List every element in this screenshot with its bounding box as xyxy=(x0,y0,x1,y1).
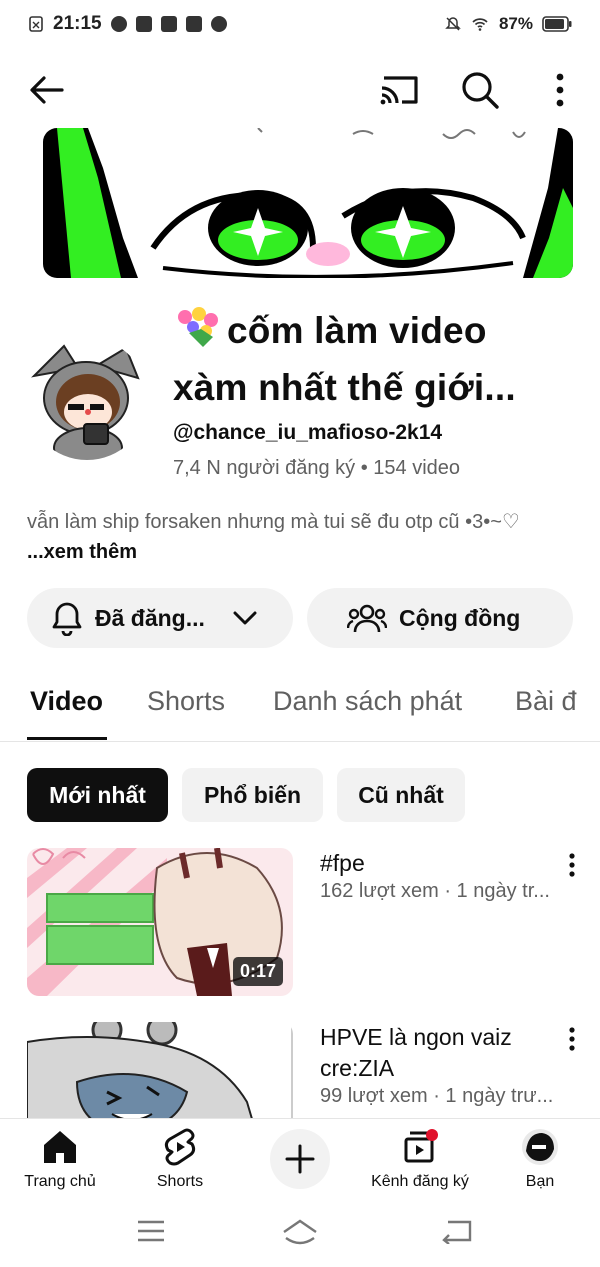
subscribed-button[interactable]: Đã đăng... xyxy=(27,588,293,648)
back-system-icon[interactable] xyxy=(440,1218,474,1244)
nav-home[interactable]: Trang chủ xyxy=(0,1127,120,1191)
channel-avatar[interactable] xyxy=(26,338,148,460)
chip-latest[interactable]: Mới nhất xyxy=(27,768,168,822)
community-button[interactable]: Cộng đồng xyxy=(307,588,573,648)
nav-you[interactable]: Bạn xyxy=(480,1127,600,1191)
tab-playlists[interactable]: Danh sách phát xyxy=(273,686,462,717)
more-vertical-icon[interactable] xyxy=(545,68,575,112)
sim-icon xyxy=(29,16,43,32)
channel-tabs: Video Shorts Danh sách phát Bài đ xyxy=(0,670,600,742)
app-notification-icon xyxy=(110,16,127,32)
cast-icon[interactable] xyxy=(378,70,422,110)
show-more-link[interactable]: ...xem thêm xyxy=(27,541,137,563)
menu-icon[interactable] xyxy=(136,1218,166,1244)
nav-subscriptions[interactable]: Kênh đăng ký xyxy=(360,1127,480,1191)
battery-icon xyxy=(542,16,572,32)
nav-subscriptions-label: Kênh đăng ký xyxy=(371,1173,469,1190)
thumbnail-artwork xyxy=(27,1022,293,1118)
status-time: 21:15 xyxy=(53,13,102,34)
tab-video[interactable]: Video xyxy=(30,686,103,717)
chip-oldest[interactable]: Cũ nhất xyxy=(337,768,465,822)
video-title[interactable]: HPVE là ngon vaiz cre:ZIA xyxy=(320,1022,550,1084)
avatar-artwork xyxy=(26,338,148,460)
battery-percent: 87% xyxy=(498,14,533,33)
wifi-icon xyxy=(472,18,488,31)
status-bar: 21:15 87% xyxy=(0,0,600,48)
chip-popular[interactable]: Phổ biến xyxy=(182,768,323,822)
channel-title: cốm làm video xàm nhất thế giới... xyxy=(173,302,583,416)
channel-banner xyxy=(43,128,573,278)
community-icon xyxy=(347,604,387,633)
bell-icon xyxy=(52,602,82,636)
video-meta: 99 lượt xem · 1 ngày trư... xyxy=(320,1085,554,1107)
video-title[interactable]: #fpe xyxy=(320,848,550,879)
create-button[interactable] xyxy=(270,1129,330,1189)
video-item[interactable]: 0:17 #fpe 162 lượt xem · 1 ngày tr... xyxy=(0,848,600,998)
nav-you-label: Bạn xyxy=(525,1173,555,1190)
top-app-bar xyxy=(0,58,600,120)
subscriptions-icon xyxy=(404,1129,438,1163)
nav-shorts[interactable]: Shorts xyxy=(120,1127,240,1191)
bottom-navigation: Trang chủ Shorts Kênh đăng ký Bạn xyxy=(0,1118,600,1198)
channel-stats: 7,4 N người đăng ký • 154 video xyxy=(173,457,461,479)
video-meta: 162 lượt xem · 1 ngày tr... xyxy=(320,880,550,902)
profile-avatar-icon xyxy=(522,1129,558,1165)
more-vertical-icon[interactable] xyxy=(564,852,580,880)
active-tab-indicator xyxy=(27,737,107,740)
channel-handle: @chance_iu_mafioso-2k14 xyxy=(173,421,443,444)
system-navigation-bar xyxy=(0,1198,600,1267)
app-notification-icon xyxy=(185,16,202,32)
tab-shorts[interactable]: Shorts xyxy=(147,686,225,717)
video-item[interactable]: HPVE là ngon vaiz cre:ZIA 99 lượt xem · … xyxy=(0,1022,600,1118)
app-notification-icon xyxy=(160,16,177,32)
app-notification-icon xyxy=(135,16,152,32)
nav-shorts-label: Shorts xyxy=(156,1173,204,1190)
video-thumbnail[interactable] xyxy=(27,1022,293,1118)
search-icon[interactable] xyxy=(458,68,502,112)
channel-title-line2: xàm nhất thế giới... xyxy=(173,367,516,408)
home-system-icon[interactable] xyxy=(280,1218,320,1246)
more-vertical-icon[interactable] xyxy=(564,1026,580,1054)
channel-description[interactable]: vẫn làm ship forsaken nhưng mà tui sẽ đu… xyxy=(27,507,567,567)
mute-icon xyxy=(445,17,461,31)
channel-title-line1: cốm làm video xyxy=(227,310,487,351)
community-label: Cộng đồng xyxy=(399,604,521,631)
subscribed-label: Đã đăng... xyxy=(95,604,205,631)
tab-posts[interactable]: Bài đ xyxy=(515,686,577,717)
video-duration: 0:17 xyxy=(232,957,283,986)
nav-home-label: Trang chủ xyxy=(24,1173,96,1190)
home-icon xyxy=(44,1131,76,1163)
channel-description-text: vẫn làm ship forsaken nhưng mà tui sẽ đu… xyxy=(27,511,520,533)
video-thumbnail[interactable]: 0:17 xyxy=(27,848,293,996)
chevron-down-icon xyxy=(233,611,257,625)
arrow-left-icon[interactable] xyxy=(26,70,66,110)
messenger-icon xyxy=(210,16,227,32)
banner-artwork xyxy=(43,128,573,278)
plus-icon xyxy=(285,1144,315,1174)
bouquet-icon xyxy=(178,307,218,347)
shorts-icon xyxy=(164,1128,196,1166)
